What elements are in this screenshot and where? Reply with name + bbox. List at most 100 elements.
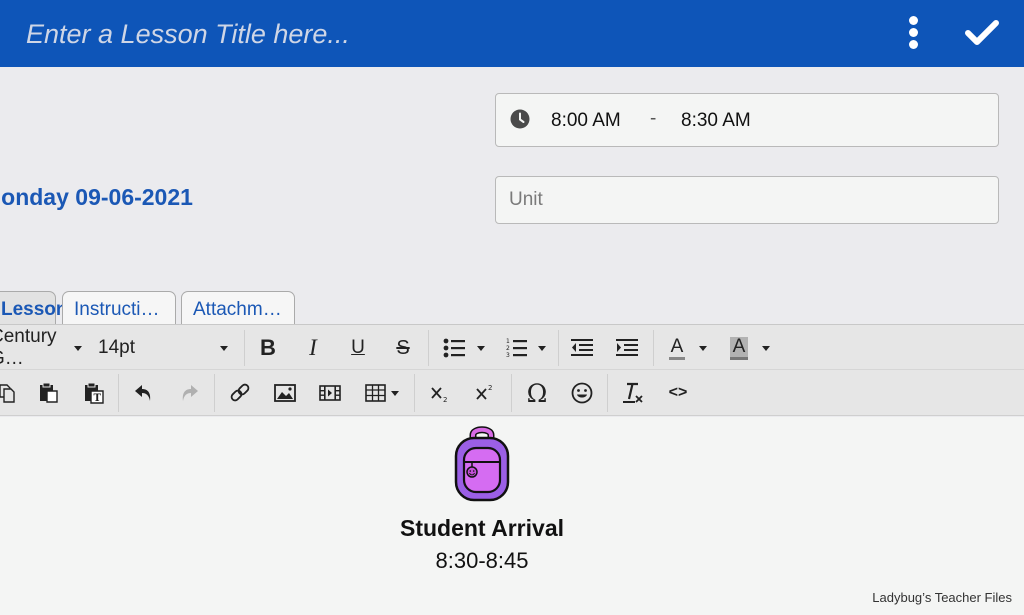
outdent-icon bbox=[571, 339, 593, 356]
undo-button[interactable] bbox=[130, 378, 158, 408]
clear-formatting-icon bbox=[623, 382, 643, 403]
lesson-date: Monday 09-06-2021 bbox=[0, 184, 193, 210]
clear-formatting-button[interactable] bbox=[618, 378, 648, 408]
strikethrough-button[interactable]: S bbox=[389, 333, 417, 363]
paste-icon bbox=[40, 382, 58, 403]
svg-text:T: T bbox=[94, 393, 102, 404]
svg-text:2: 2 bbox=[443, 396, 447, 403]
bold-button[interactable]: B bbox=[254, 333, 282, 363]
more-options-button[interactable] bbox=[900, 14, 928, 52]
save-button[interactable] bbox=[962, 16, 1002, 50]
undo-icon bbox=[135, 385, 151, 401]
superscript-button[interactable]: 2 bbox=[471, 378, 499, 408]
italic-button[interactable]: I bbox=[299, 333, 327, 363]
clock-icon bbox=[510, 109, 530, 129]
svg-text:2: 2 bbox=[506, 345, 510, 352]
emoticons-button[interactable] bbox=[567, 378, 597, 408]
font-family-value: Century G… bbox=[0, 326, 57, 369]
divider bbox=[607, 374, 608, 412]
svg-text:2: 2 bbox=[488, 384, 492, 392]
text-color-icon: A bbox=[668, 336, 686, 360]
toolbar-row-2: T 2 2 Ω <> bbox=[0, 370, 1024, 416]
editor-toolbar: Century G… 14pt B I U S 1 2 bbox=[0, 324, 1024, 416]
chevron-down-icon bbox=[762, 345, 771, 351]
unit-input[interactable] bbox=[495, 176, 999, 224]
watermark: Ladybug’s Teacher Files bbox=[872, 590, 1012, 605]
strikethrough-icon: S bbox=[396, 336, 410, 359]
outdent-button[interactable] bbox=[566, 333, 598, 363]
link-icon bbox=[230, 383, 250, 402]
video-button[interactable] bbox=[316, 378, 344, 408]
chevron-down-icon bbox=[74, 345, 82, 351]
time-separator: - bbox=[650, 108, 657, 129]
underline-button[interactable]: U bbox=[344, 333, 372, 363]
tab-lesson[interactable]: Lesson bbox=[0, 291, 68, 325]
tab-attachments[interactable]: Attachm… bbox=[181, 291, 295, 325]
code-icon: <> bbox=[668, 384, 688, 401]
text-color-button[interactable]: A bbox=[662, 333, 714, 363]
background-color-icon: A bbox=[729, 336, 749, 360]
divider bbox=[414, 374, 415, 412]
divider bbox=[214, 374, 215, 412]
divider bbox=[558, 330, 559, 366]
svg-text:1: 1 bbox=[506, 338, 510, 345]
font-family-select[interactable]: Century G… bbox=[0, 326, 82, 369]
table-icon bbox=[365, 384, 386, 402]
divider bbox=[511, 374, 512, 412]
checkmark-icon bbox=[965, 20, 999, 45]
paste-as-text-icon: T bbox=[85, 382, 104, 404]
source-code-button[interactable]: <> bbox=[663, 378, 693, 408]
image-button[interactable] bbox=[271, 378, 299, 408]
event-title: Student Arrival bbox=[399, 515, 564, 541]
divider bbox=[244, 330, 245, 366]
time-range-field[interactable]: 8:00 AM - 8:30 AM bbox=[495, 93, 999, 147]
font-size-select[interactable]: 14pt bbox=[98, 333, 234, 363]
table-button[interactable] bbox=[360, 378, 404, 408]
more-icon-dot bbox=[909, 40, 918, 49]
numbered-list-icon: 1 2 3 bbox=[506, 338, 527, 359]
superscript-icon: 2 bbox=[476, 384, 492, 400]
svg-text:3: 3 bbox=[506, 352, 510, 359]
omega-icon: Ω bbox=[526, 378, 548, 408]
subscript-icon: 2 bbox=[431, 387, 447, 403]
numbered-list-button[interactable]: 1 2 3 bbox=[500, 333, 552, 363]
toolbar-row-1: Century G… 14pt B I U S 1 2 bbox=[0, 325, 1024, 370]
font-size-value: 14pt bbox=[98, 337, 135, 358]
divider bbox=[118, 374, 119, 412]
tab-instructions[interactable]: Instructi… bbox=[62, 291, 176, 325]
event-time: 8:30-8:45 bbox=[435, 548, 529, 573]
divider bbox=[428, 330, 429, 366]
bullet-list-button[interactable] bbox=[438, 333, 490, 363]
more-icon-dot bbox=[909, 28, 918, 37]
link-button[interactable] bbox=[226, 378, 254, 408]
divider bbox=[653, 330, 654, 366]
start-time[interactable]: 8:00 AM bbox=[551, 110, 621, 132]
backpack-icon bbox=[454, 426, 510, 502]
editor-content[interactable]: Student Arrival 8:30-8:45 Ladybug’s Teac… bbox=[0, 417, 1024, 615]
image-icon bbox=[274, 384, 296, 402]
top-bar bbox=[0, 0, 1024, 67]
end-time[interactable]: 8:30 AM bbox=[681, 110, 751, 132]
chevron-down-icon bbox=[699, 345, 708, 351]
video-icon bbox=[319, 385, 341, 401]
paste-button[interactable] bbox=[36, 378, 62, 408]
indent-icon bbox=[616, 339, 638, 356]
paste-as-text-button[interactable]: T bbox=[80, 378, 108, 408]
bullet-list-icon bbox=[443, 338, 465, 358]
indent-button[interactable] bbox=[611, 333, 643, 363]
special-character-button[interactable]: Ω bbox=[522, 378, 552, 408]
chevron-down-icon bbox=[220, 345, 228, 351]
italic-icon: I bbox=[309, 335, 317, 360]
redo-icon bbox=[182, 385, 198, 401]
redo-button[interactable] bbox=[175, 378, 203, 408]
bold-icon: B bbox=[260, 335, 276, 360]
chevron-down-icon bbox=[391, 390, 399, 396]
copy-icon bbox=[0, 384, 15, 403]
background-color-button[interactable]: A bbox=[724, 333, 776, 363]
underline-icon: U bbox=[351, 337, 365, 358]
lesson-title-input[interactable] bbox=[26, 14, 826, 54]
smiley-icon bbox=[571, 382, 593, 404]
chevron-down-icon bbox=[477, 345, 485, 351]
copy-button[interactable] bbox=[0, 378, 18, 408]
subscript-button[interactable]: 2 bbox=[426, 378, 454, 408]
